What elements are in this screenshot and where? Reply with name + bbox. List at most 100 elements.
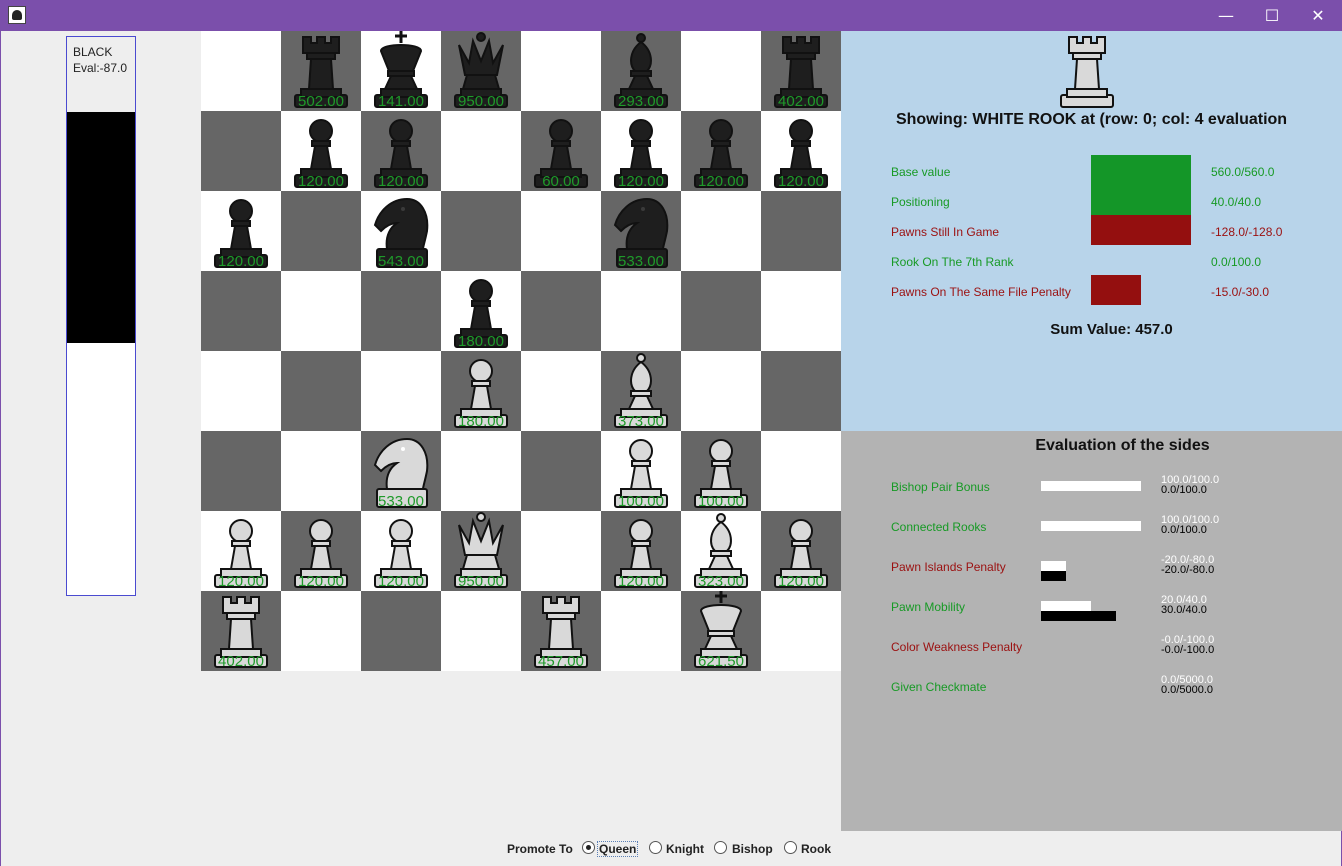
board-square[interactable]: 120.00 bbox=[281, 511, 361, 591]
black-side-bar bbox=[1041, 571, 1066, 581]
board-square[interactable] bbox=[521, 431, 601, 511]
board-square[interactable]: 120.00 bbox=[761, 111, 841, 191]
piece-value-label: 120.00 bbox=[218, 573, 264, 590]
board-square[interactable] bbox=[201, 431, 281, 511]
white-side-bar bbox=[1041, 521, 1141, 531]
app-icon bbox=[8, 6, 26, 24]
board-square[interactable]: 950.00 bbox=[441, 31, 521, 111]
board-square[interactable] bbox=[201, 271, 281, 351]
board-square[interactable]: 543.00 bbox=[361, 191, 441, 271]
board-square[interactable] bbox=[201, 351, 281, 431]
board-square[interactable]: 120.00 bbox=[601, 511, 681, 591]
board-square[interactable]: 533.00 bbox=[601, 191, 681, 271]
promote-knight-label[interactable]: Knight bbox=[666, 842, 704, 856]
promote-queen-label[interactable]: Queen bbox=[596, 841, 639, 857]
chess-board[interactable]: 502.00 141.00 950.00 293.00 402.00 120.0… bbox=[201, 31, 841, 671]
board-square[interactable]: 293.00 bbox=[601, 31, 681, 111]
piece-value-label: 120.00 bbox=[778, 173, 824, 190]
board-square[interactable] bbox=[281, 351, 361, 431]
piece-value-label: 180.00 bbox=[458, 333, 504, 350]
promote-rook-label[interactable]: Rook bbox=[801, 842, 831, 856]
board-square[interactable]: 120.00 bbox=[681, 111, 761, 191]
promote-rook-radio[interactable] bbox=[784, 841, 797, 854]
board-square[interactable] bbox=[681, 191, 761, 271]
board-square[interactable]: 180.00 bbox=[441, 351, 521, 431]
piece-value-label: 180.00 bbox=[458, 413, 504, 430]
board-square[interactable]: 120.00 bbox=[361, 511, 441, 591]
board-square[interactable]: 100.00 bbox=[681, 431, 761, 511]
board-square[interactable] bbox=[441, 591, 521, 671]
promote-bishop-radio[interactable] bbox=[714, 841, 727, 854]
board-square[interactable] bbox=[601, 271, 681, 351]
promote-knight-radio[interactable] bbox=[649, 841, 662, 854]
board-square[interactable] bbox=[281, 271, 361, 351]
board-square[interactable]: 120.00 bbox=[601, 111, 681, 191]
piece-value-label: 120.00 bbox=[778, 573, 824, 590]
board-square[interactable]: 373.00 bbox=[601, 351, 681, 431]
board-square[interactable] bbox=[361, 351, 441, 431]
board-square[interactable]: 120.00 bbox=[761, 511, 841, 591]
board-square[interactable] bbox=[681, 351, 761, 431]
sides-row-label: Given Checkmate bbox=[891, 680, 987, 694]
board-square[interactable]: 120.00 bbox=[201, 511, 281, 591]
piece-value-label: 950.00 bbox=[458, 573, 504, 590]
board-square[interactable] bbox=[521, 511, 601, 591]
board-square[interactable] bbox=[281, 431, 361, 511]
black-side-value: 0.0/100.0 bbox=[1161, 524, 1207, 536]
board-square[interactable]: 502.00 bbox=[281, 31, 361, 111]
board-square[interactable] bbox=[681, 31, 761, 111]
board-square[interactable]: 120.00 bbox=[201, 191, 281, 271]
board-square[interactable] bbox=[281, 591, 361, 671]
board-square[interactable] bbox=[761, 431, 841, 511]
board-square[interactable]: 323.00 bbox=[681, 511, 761, 591]
board-square[interactable]: 950.00 bbox=[441, 511, 521, 591]
board-square[interactable] bbox=[281, 191, 361, 271]
piece-value-label: 543.00 bbox=[378, 253, 424, 270]
piece-evaluation-panel: Showing: WHITE ROOK at (row: 0; col: 4 e… bbox=[841, 31, 1342, 431]
detail-row-value: 40.0/40.0 bbox=[1211, 195, 1262, 209]
board-square[interactable] bbox=[601, 591, 681, 671]
white-side-bar bbox=[1041, 601, 1091, 611]
board-square[interactable]: 621.50 bbox=[681, 591, 761, 671]
board-square[interactable] bbox=[681, 271, 761, 351]
detail-row-label: Rook On The 7th Rank bbox=[891, 255, 1014, 269]
board-square[interactable] bbox=[521, 31, 601, 111]
board-square[interactable] bbox=[441, 431, 521, 511]
board-square[interactable]: 141.00 bbox=[361, 31, 441, 111]
board-square[interactable] bbox=[201, 111, 281, 191]
board-square[interactable]: 60.00 bbox=[521, 111, 601, 191]
board-square[interactable]: 402.00 bbox=[201, 591, 281, 671]
board-square[interactable] bbox=[521, 271, 601, 351]
board-square[interactable] bbox=[521, 191, 601, 271]
piece-value-label: 120.00 bbox=[618, 573, 664, 590]
detail-row-value: 0.0/100.0 bbox=[1211, 255, 1262, 269]
minimize-button[interactable]: — bbox=[1203, 0, 1249, 31]
title-bar: — ☐ ✕ bbox=[0, 0, 1342, 31]
board-square[interactable] bbox=[521, 351, 601, 431]
board-square[interactable]: 402.00 bbox=[761, 31, 841, 111]
board-square[interactable] bbox=[761, 191, 841, 271]
board-square[interactable] bbox=[201, 31, 281, 111]
board-square[interactable]: 457.00 bbox=[521, 591, 601, 671]
board-square[interactable]: 180.00 bbox=[441, 271, 521, 351]
piece-sum-value: Sum Value: 457.0 bbox=[1050, 321, 1173, 338]
board-square[interactable]: 100.00 bbox=[601, 431, 681, 511]
promote-queen-radio[interactable] bbox=[582, 841, 595, 854]
maximize-button[interactable]: ☐ bbox=[1249, 0, 1295, 31]
board-square[interactable] bbox=[761, 591, 841, 671]
eval-score-label: Eval:-87.0 bbox=[73, 61, 128, 75]
board-square[interactable]: 533.00 bbox=[361, 431, 441, 511]
promote-bishop-label[interactable]: Bishop bbox=[732, 842, 773, 856]
board-square[interactable] bbox=[761, 271, 841, 351]
board-square[interactable] bbox=[361, 591, 441, 671]
piece-value-label: 120.00 bbox=[298, 173, 344, 190]
board-square[interactable] bbox=[441, 111, 521, 191]
board-square[interactable] bbox=[761, 351, 841, 431]
close-button[interactable]: ✕ bbox=[1295, 0, 1341, 31]
board-square[interactable]: 120.00 bbox=[361, 111, 441, 191]
board-square[interactable] bbox=[361, 271, 441, 351]
board-square[interactable]: 120.00 bbox=[281, 111, 361, 191]
piece-value-label: 457.00 bbox=[538, 653, 584, 670]
piece-value-label: 502.00 bbox=[298, 93, 344, 110]
board-square[interactable] bbox=[441, 191, 521, 271]
